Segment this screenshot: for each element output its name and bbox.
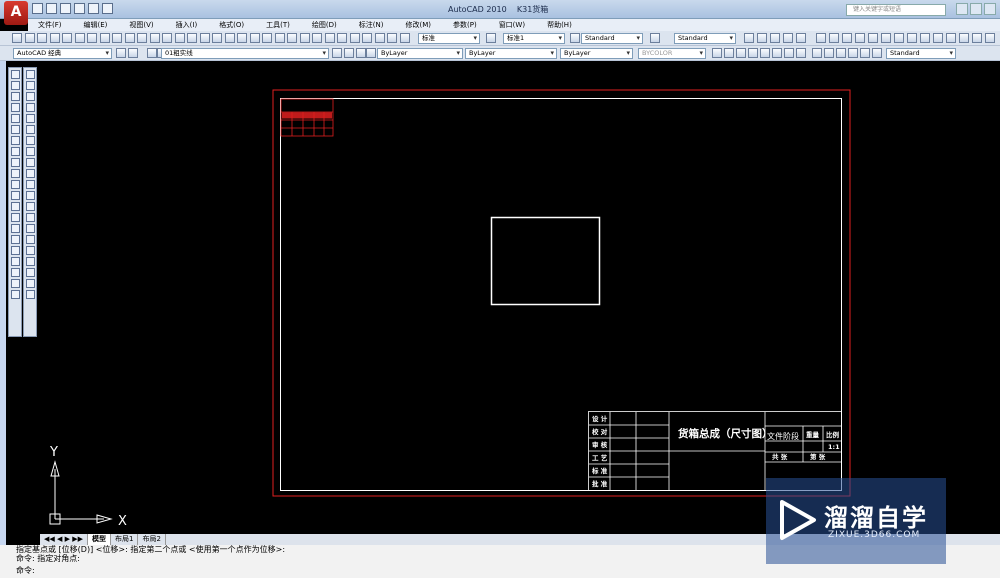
command-prompt[interactable]: 命令: (16, 566, 1000, 575)
tb-label-check: 校 对 (592, 427, 608, 436)
autocad-logo-icon[interactable]: A (4, 1, 28, 25)
ucs-y-label: Y (49, 445, 58, 460)
tb-scale-value: 1:1 (828, 443, 840, 451)
watermark: 溜溜自学 ZIXUE.3D66.COM (766, 478, 946, 564)
tb-label-review: 审 核 (592, 440, 608, 449)
tb-doc-stage: 文件阶段 (767, 431, 799, 441)
tb-label-process: 工 艺 (592, 453, 608, 462)
tb-label-approve: 批 准 (592, 479, 608, 488)
ucs-x-label: X (118, 514, 127, 529)
tb-scale-label: 比例 (826, 430, 840, 439)
ucs-icon (49, 460, 113, 525)
tab-layout2[interactable]: 布局2 (138, 534, 166, 545)
tab-nav-arrows[interactable]: ◀◀ ◀ ▶ ▶▶ (40, 534, 88, 545)
tb-label-standard: 标 准 (591, 466, 608, 475)
tb-sheet-number: 第 张 (810, 452, 826, 461)
watermark-title: 溜溜自学 (824, 504, 928, 532)
tb-label-design: 设 计 (592, 414, 608, 423)
tb-sheets-total: 共 张 (772, 452, 788, 461)
drawn-rectangle[interactable] (490, 216, 601, 306)
tb-part-name: 货箱总成（尺寸图） (677, 427, 773, 440)
tb-weight-label: 重量 (806, 430, 820, 439)
corner-code-table (280, 98, 334, 137)
watermark-url: ZIXUE.3D66.COM (828, 530, 921, 540)
tab-layout1[interactable]: 布局1 (111, 534, 139, 545)
play-logo-icon (780, 500, 816, 540)
tab-model[interactable]: 模型 (87, 534, 111, 545)
